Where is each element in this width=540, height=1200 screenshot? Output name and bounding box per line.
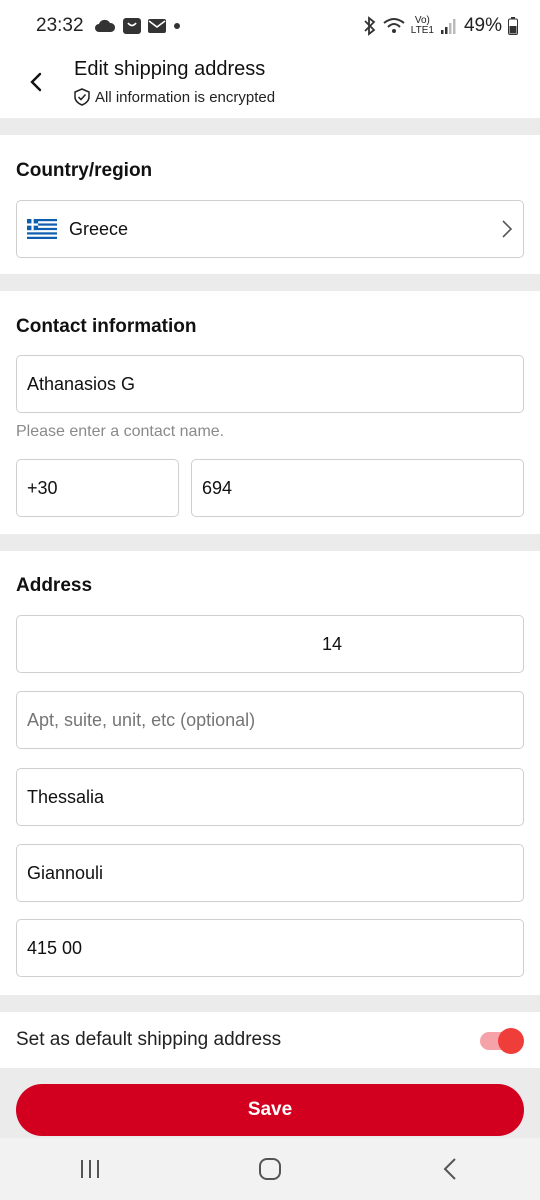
chevron-left-icon (30, 72, 42, 92)
contact-section-title: Contact information (16, 316, 197, 337)
default-address-row: Set as default shipping address (0, 1012, 540, 1068)
status-left: 23:32 (36, 15, 182, 37)
home-icon (259, 1158, 281, 1180)
signal-icon (440, 17, 458, 35)
status-bar: 23:32 Vo) LTE1 49% (0, 0, 540, 52)
state-input[interactable]: Thessalia (16, 768, 524, 826)
bluetooth-icon (363, 16, 377, 36)
footer: Save (0, 1068, 540, 1138)
address-section-title: Address (16, 575, 93, 596)
section-divider (0, 274, 540, 291)
wifi-icon (383, 17, 405, 35)
header: Edit shipping address All information is… (0, 52, 540, 118)
network-label-bottom: LTE1 (410, 25, 434, 36)
notification-dot-icon (172, 21, 182, 31)
chevron-right-icon (502, 220, 513, 238)
city-value: Giannouli (27, 862, 104, 883)
save-button[interactable]: Save (16, 1084, 524, 1136)
country-value: Greece (69, 218, 129, 239)
section-divider (0, 995, 540, 1012)
postcode-value: 415 00 (27, 937, 83, 958)
system-back-button[interactable] (420, 1149, 480, 1189)
status-right: Vo) LTE1 49% (363, 15, 518, 37)
contact-name-value: Athanasios G (27, 373, 136, 394)
shopping-bag-icon (122, 17, 142, 35)
back-button[interactable] (18, 64, 54, 100)
section-divider (0, 534, 540, 551)
cloud-icon (94, 19, 116, 33)
page-title: Edit shipping address (74, 58, 266, 80)
toggle-knob (498, 1028, 524, 1054)
encryption-note-text: All information is encrypted (95, 88, 276, 106)
state-value: Thessalia (27, 786, 105, 807)
mail-icon (147, 19, 166, 33)
country-code-input[interactable]: +30 (16, 459, 179, 517)
default-address-label: Set as default shipping address (16, 1029, 282, 1050)
phone-number-input[interactable]: 694 (191, 459, 524, 517)
phone-number-value: 694 (202, 477, 233, 498)
section-divider (0, 118, 540, 135)
shield-check-icon (74, 88, 90, 106)
postcode-input[interactable]: 415 00 (16, 919, 524, 977)
system-nav-bar (0, 1138, 540, 1200)
country-code-value: +30 (27, 477, 58, 498)
country-selector[interactable]: Greece (16, 200, 524, 258)
battery-percent: 49% (463, 15, 502, 36)
street-address-input[interactable]: 14 (16, 615, 524, 673)
back-icon (443, 1158, 456, 1180)
home-button[interactable] (240, 1149, 300, 1189)
city-input[interactable]: Giannouli (16, 844, 524, 902)
network-type-label: Vo) LTE1 (411, 16, 434, 36)
encryption-note: All information is encrypted (74, 88, 275, 106)
contact-name-input[interactable]: Athanasios G (16, 355, 524, 413)
street-address-value: 14 (322, 633, 343, 654)
battery-icon (508, 17, 518, 35)
status-time: 23:32 (36, 15, 84, 36)
unit-placeholder: Apt, suite, unit, etc (optional) (27, 709, 256, 730)
country-section-title: Country/region (16, 160, 153, 181)
greece-flag-icon (27, 219, 57, 239)
recent-apps-icon (81, 1160, 99, 1178)
recent-apps-button[interactable] (60, 1149, 120, 1189)
unit-input[interactable]: Apt, suite, unit, etc (optional) (16, 691, 524, 749)
default-address-toggle[interactable] (480, 1028, 524, 1054)
contact-name-hint: Please enter a contact name. (16, 423, 225, 440)
